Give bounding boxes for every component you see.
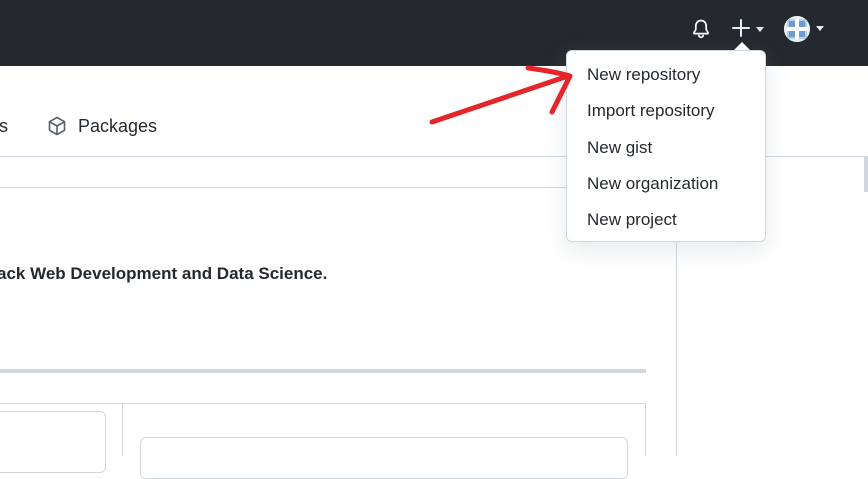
files-divider — [0, 403, 646, 404]
red-arrow-annotation — [429, 65, 573, 125]
language-bar — [0, 369, 646, 373]
bell-icon[interactable] — [689, 17, 713, 41]
left-panel-card — [0, 411, 106, 473]
triangle-down-icon — [756, 27, 764, 32]
menu-item-import-repository[interactable]: Import repository — [587, 99, 715, 123]
column-divider-right — [645, 404, 646, 456]
menu-item-new-project[interactable]: New project — [587, 208, 677, 232]
readme-card — [140, 437, 628, 479]
tab-partial[interactable]: ts — [0, 116, 8, 137]
column-divider — [122, 404, 123, 456]
dropdown-pointer — [734, 42, 750, 50]
create-new-dropdown: New repository Import repository New gis… — [566, 50, 766, 242]
tab-packages-label: Packages — [78, 115, 158, 136]
tab-packages[interactable]: Packages — [46, 114, 157, 138]
menu-item-new-repository[interactable]: New repository — [587, 63, 700, 87]
scrollbar[interactable] — [864, 156, 868, 192]
plus-icon — [732, 19, 750, 37]
triangle-down-icon — [816, 26, 824, 31]
menu-item-new-organization[interactable]: New organization — [587, 172, 718, 196]
repo-description: ack Web Development and Data Science. — [0, 264, 328, 283]
avatar — [784, 16, 810, 42]
create-new-button[interactable] — [730, 15, 770, 43]
package-icon — [48, 116, 66, 136]
user-menu-button[interactable] — [784, 14, 830, 44]
menu-item-new-gist[interactable]: New gist — [587, 136, 652, 160]
